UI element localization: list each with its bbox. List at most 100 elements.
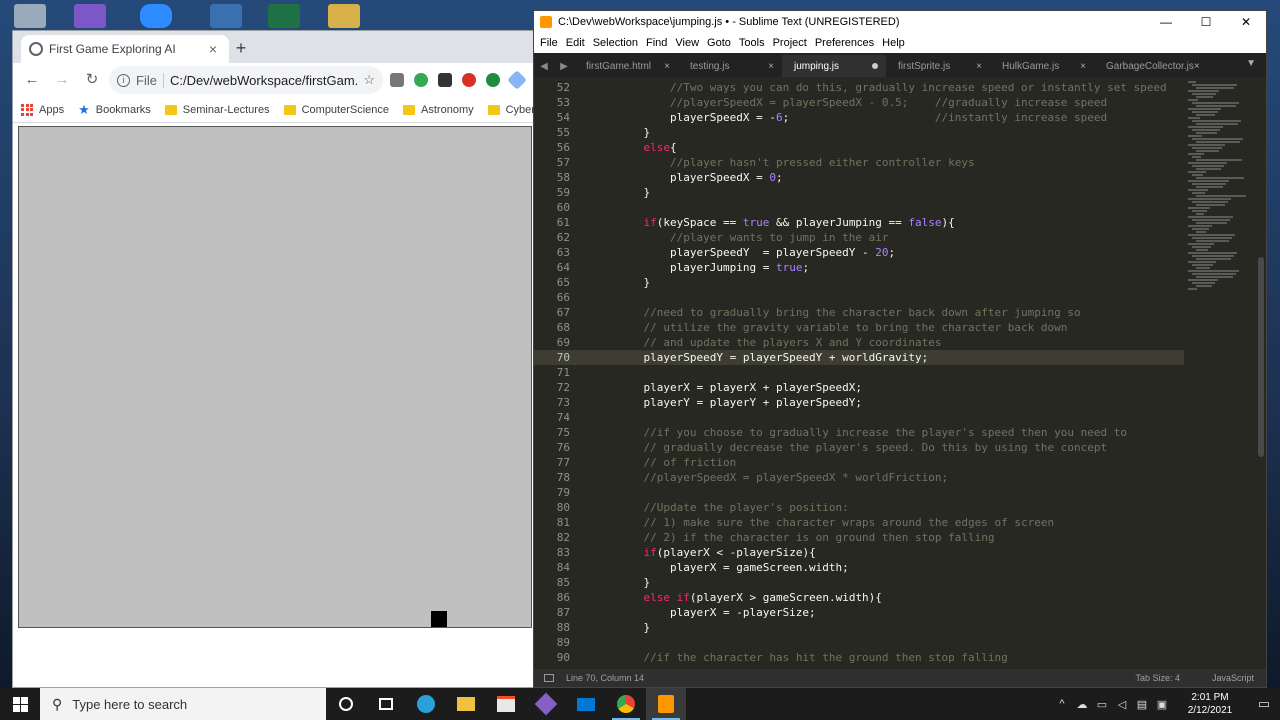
bookmark-folder[interactable]: ComputerScience [283, 104, 389, 116]
bookmark-folder[interactable]: Astronomy [403, 104, 474, 116]
chrome-tab[interactable]: First Game Exploring AI × [21, 35, 229, 63]
code-line[interactable]: 59 } [534, 185, 1184, 200]
new-tab-button[interactable]: + [229, 37, 253, 61]
code-line[interactable]: 54 playerSpeedX = -6; //instantly increa… [534, 110, 1184, 125]
close-tab-icon[interactable]: × [664, 61, 670, 72]
code-line[interactable]: 55 } [534, 125, 1184, 140]
code-line[interactable]: 66 [534, 290, 1184, 305]
extension-icon[interactable] [486, 73, 500, 87]
extension-icon[interactable] [438, 73, 452, 87]
bookmark-apps[interactable]: Apps [21, 103, 64, 116]
code-line[interactable]: 84 playerX = gameScreen.width; [534, 560, 1184, 575]
code-line[interactable]: 67 //need to gradually bring the charact… [534, 305, 1184, 320]
code-line[interactable]: 80 //Update the player's position: [534, 500, 1184, 515]
monitor-icon[interactable] [210, 4, 242, 28]
bookmark-folder[interactable]: Seminar-Lectures [164, 104, 270, 116]
code-line[interactable]: 78 //playerSpeedX = playerSpeedX * world… [534, 470, 1184, 485]
code-line[interactable]: 62 //player wants to jump in the air [534, 230, 1184, 245]
file-explorer-icon[interactable] [446, 688, 486, 720]
tab-left-icon[interactable]: ◀ [540, 61, 548, 72]
bookmark-bookmarks[interactable]: ★ Bookmarks [78, 102, 151, 118]
tab-firstgame-html[interactable]: firstGame.html × [574, 55, 678, 77]
extension-icon[interactable] [462, 73, 476, 87]
unsaved-dot-icon[interactable] [872, 63, 878, 69]
bookmark-star-icon[interactable]: ☆ [363, 72, 375, 88]
recycle-bin-icon[interactable] [14, 4, 46, 28]
code-line[interactable]: 53 //playerSpeedX = playerSpeedX - 0.5; … [534, 95, 1184, 110]
menu-project[interactable]: Project [769, 37, 811, 49]
code-line[interactable]: 68 // utilize the gravity variable to br… [534, 320, 1184, 335]
tab-right-icon[interactable]: ▶ [560, 61, 568, 72]
visual-studio-icon[interactable] [526, 688, 566, 720]
chrome-icon[interactable] [606, 688, 646, 720]
code-line[interactable]: 87 playerX = -playerSize; [534, 605, 1184, 620]
tab-firstsprite-js[interactable]: firstSprite.js × [886, 55, 990, 77]
minimize-button[interactable]: — [1146, 11, 1186, 33]
code-line[interactable]: 83 if(playerX < -playerSize){ [534, 545, 1184, 560]
start-button[interactable] [0, 688, 40, 720]
code-line[interactable]: 69 // and update the players X and Y coo… [534, 335, 1184, 350]
cortana-icon[interactable] [326, 688, 366, 720]
tab-testing-js[interactable]: testing.js × [678, 55, 782, 77]
menu-view[interactable]: View [671, 37, 703, 49]
code-line[interactable]: 89 [534, 635, 1184, 650]
code-line[interactable]: 61 if(keySpace == true && playerJumping … [534, 215, 1184, 230]
ime-icon[interactable]: ▤ [1132, 698, 1152, 711]
code-line[interactable]: 58 playerSpeedX = 0; [534, 170, 1184, 185]
code-line[interactable]: 60 [534, 200, 1184, 215]
menu-help[interactable]: Help [878, 37, 909, 49]
cloud-icon[interactable]: ☁ [1072, 698, 1092, 711]
code-line[interactable]: 81 // 1) make sure the character wraps a… [534, 515, 1184, 530]
folder-icon[interactable] [328, 4, 360, 28]
close-tab-icon[interactable]: × [1080, 61, 1086, 72]
back-button[interactable]: ← [19, 67, 45, 93]
code-line[interactable]: 82 // 2) if the character is on ground t… [534, 530, 1184, 545]
code-line[interactable]: 86 else if(playerX > gameScreen.width){ [534, 590, 1184, 605]
code-line[interactable]: 65 } [534, 275, 1184, 290]
code-line[interactable]: 90 //if the character has hit the ground… [534, 650, 1184, 665]
task-view-icon[interactable] [366, 688, 406, 720]
mail-icon[interactable] [566, 688, 606, 720]
code-line[interactable]: 75 //if you choose to gradually increase… [534, 425, 1184, 440]
code-line[interactable]: 56 else{ [534, 140, 1184, 155]
store-icon[interactable] [486, 688, 526, 720]
excel-icon[interactable] [268, 4, 300, 28]
syntax-mode[interactable]: JavaScript [1212, 673, 1254, 683]
zoom-icon[interactable] [140, 4, 172, 28]
notification-icon[interactable]: ▭ [1248, 696, 1280, 712]
tab-garbagecollector-js[interactable]: GarbageCollector.js × [1094, 55, 1200, 77]
bookmark-folder[interactable]: Cybersecu [487, 104, 533, 116]
edge-icon[interactable] [406, 688, 446, 720]
code-line[interactable]: 74 [534, 410, 1184, 425]
code-line[interactable]: 88 } [534, 620, 1184, 635]
code-line[interactable]: 64 playerJumping = true; [534, 260, 1184, 275]
tab-overflow-icon[interactable]: ▼ [1246, 58, 1256, 69]
network-icon[interactable]: ▭ [1092, 698, 1112, 711]
code-line[interactable]: 77 // of friction [534, 455, 1184, 470]
info-icon[interactable]: i [117, 73, 130, 87]
tray-chevron-icon[interactable]: ^ [1052, 698, 1072, 710]
extension-icon[interactable] [507, 70, 527, 90]
menu-preferences[interactable]: Preferences [811, 37, 878, 49]
code-line[interactable]: 52 //Two ways you can do this, gradually… [534, 80, 1184, 95]
close-button[interactable]: ✕ [1226, 11, 1266, 33]
tab-size[interactable]: Tab Size: 4 [1135, 673, 1180, 683]
vertical-scrollbar[interactable] [1258, 257, 1264, 457]
taskbar-search[interactable]: ⚲ Type here to search [40, 688, 326, 720]
panel-toggle-icon[interactable] [544, 674, 554, 682]
extension-icon[interactable] [414, 73, 428, 87]
code-editor[interactable]: 52 //Two ways you can do this, gradually… [534, 77, 1266, 671]
extension-icon[interactable] [390, 73, 404, 87]
code-line[interactable]: 76 // gradually decrease the player's sp… [534, 440, 1184, 455]
visual-studio-icon[interactable] [74, 4, 106, 28]
code-line[interactable]: 71 [534, 365, 1184, 380]
menu-edit[interactable]: Edit [562, 37, 589, 49]
menu-file[interactable]: File [536, 37, 562, 49]
code-line[interactable]: 73 playerY = playerY + playerSpeedY; [534, 395, 1184, 410]
close-tab-icon[interactable]: × [205, 41, 221, 57]
volume-icon[interactable]: ◁ [1112, 698, 1132, 711]
code-line[interactable]: 79 [534, 485, 1184, 500]
close-tab-icon[interactable]: × [976, 61, 982, 72]
minimap[interactable] [1184, 77, 1256, 307]
tab-hulkgame-js[interactable]: HulkGame.js × [990, 55, 1094, 77]
